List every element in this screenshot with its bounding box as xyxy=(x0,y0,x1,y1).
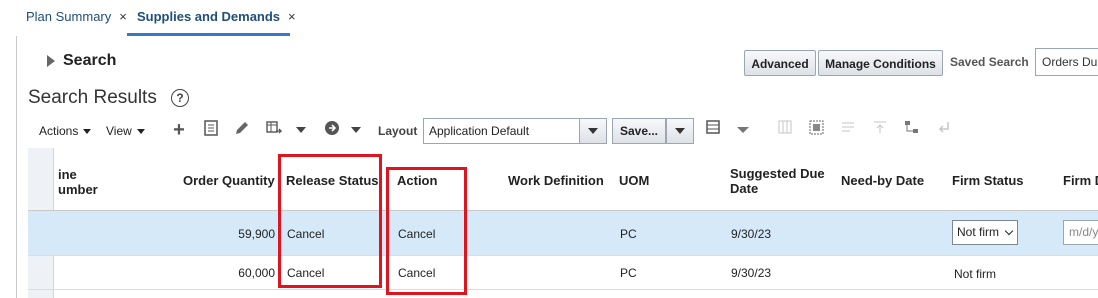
column-header-need-by-date[interactable]: Need-by Date xyxy=(841,173,924,188)
firm-date-input[interactable]: m/d/y xyxy=(1063,220,1098,245)
view-menu[interactable]: View xyxy=(106,124,145,138)
header-line: Date xyxy=(730,181,759,196)
move-up-icon[interactable] xyxy=(871,120,889,140)
layout-select[interactable]: Application Default xyxy=(423,118,607,144)
tab-label: Supplies and Demands xyxy=(137,9,281,24)
tab-label: Plan Summary xyxy=(26,9,112,24)
order-quantity-cell: 59,900 xyxy=(238,227,275,241)
layout-label: Layout xyxy=(378,124,418,138)
search-heading[interactable]: Search xyxy=(63,52,116,70)
add-icon[interactable]: + xyxy=(170,120,188,140)
column-header-line-number[interactable]: ine umber xyxy=(58,167,98,197)
column-header-suggested-due-date[interactable]: Suggested Due Date xyxy=(730,166,825,196)
active-tab-indicator xyxy=(127,33,290,36)
detach-icon[interactable] xyxy=(807,120,825,140)
go-arrow-circle-icon[interactable] xyxy=(323,120,341,140)
column-header-uom[interactable]: UOM xyxy=(619,173,649,188)
save-layout-button[interactable]: Save... xyxy=(612,118,666,144)
header-line: ine xyxy=(58,167,77,182)
column-header-work-definition[interactable]: Work Definition xyxy=(508,173,604,188)
view-label: View xyxy=(106,124,132,138)
tab-plan-summary[interactable]: Plan Summary × xyxy=(26,0,127,33)
actions-label: Actions xyxy=(39,124,79,138)
close-icon[interactable]: × xyxy=(119,9,127,24)
column-header-firm-date[interactable]: Firm D xyxy=(1063,173,1098,188)
suggested-due-date-cell: 9/30/23 xyxy=(731,227,772,241)
release-status-highlight-box xyxy=(278,154,382,288)
action-highlight-box xyxy=(386,167,467,295)
chevron-down-icon[interactable] xyxy=(295,120,307,140)
manage-conditions-label: Manage Conditions xyxy=(825,57,936,71)
chevron-down-icon xyxy=(675,128,685,134)
manage-conditions-button[interactable]: Manage Conditions xyxy=(818,50,943,76)
edit-pencil-icon[interactable] xyxy=(233,120,251,140)
chevron-down-icon xyxy=(588,128,598,134)
save-dropdown-button[interactable] xyxy=(666,118,694,144)
column-header-order-quantity[interactable]: Order Quantity xyxy=(183,173,275,188)
header-line: Suggested Due xyxy=(730,166,825,181)
suggested-due-date-cell: 9/30/23 xyxy=(731,266,772,280)
header-line: umber xyxy=(58,182,98,197)
row-divider xyxy=(28,289,1098,290)
layout-value: Application Default xyxy=(429,124,530,138)
firm-status-value: Not firm xyxy=(957,225,999,239)
tab-bar: Plan Summary × Supplies and Demands × xyxy=(0,0,1098,36)
panel-border xyxy=(16,36,17,298)
layout-dropdown-button[interactable] xyxy=(579,119,606,143)
firm-status-select[interactable]: Not firm xyxy=(952,220,1018,245)
saved-search-select[interactable]: Orders Due xyxy=(1035,48,1098,76)
hierarchy-icon[interactable] xyxy=(903,120,921,140)
order-quantity-cell: 60,000 xyxy=(238,266,275,280)
uom-cell: PC xyxy=(620,266,637,280)
saved-search-label: Saved Search xyxy=(950,55,1029,69)
columns-icon[interactable] xyxy=(704,120,722,140)
tab-supplies-and-demands[interactable]: Supplies and Demands × xyxy=(137,0,296,33)
chevron-down-icon[interactable] xyxy=(736,120,750,140)
uom-cell: PC xyxy=(620,227,637,241)
advanced-button[interactable]: Advanced xyxy=(744,50,816,76)
chevron-down-icon[interactable] xyxy=(350,120,362,140)
freeze-icon[interactable] xyxy=(776,120,794,140)
help-icon[interactable]: ? xyxy=(171,89,189,107)
release-orders-icon[interactable] xyxy=(265,120,283,140)
save-label: Save... xyxy=(619,124,659,138)
column-header-firm-status[interactable]: Firm Status xyxy=(952,173,1024,188)
expand-triangle-icon[interactable] xyxy=(47,55,55,67)
advanced-label: Advanced xyxy=(751,57,809,71)
view-document-icon[interactable] xyxy=(202,120,220,140)
return-arrow-icon[interactable] xyxy=(935,120,953,140)
wrap-icon[interactable] xyxy=(839,120,857,140)
firm-status-cell: Not firm xyxy=(954,267,996,281)
actions-menu[interactable]: Actions xyxy=(39,124,92,138)
chevron-down-icon xyxy=(136,129,145,135)
chevron-down-icon xyxy=(83,129,92,135)
close-icon[interactable]: × xyxy=(288,9,296,24)
chevron-down-icon xyxy=(1004,226,1014,236)
search-results-title: Search Results xyxy=(28,87,157,108)
